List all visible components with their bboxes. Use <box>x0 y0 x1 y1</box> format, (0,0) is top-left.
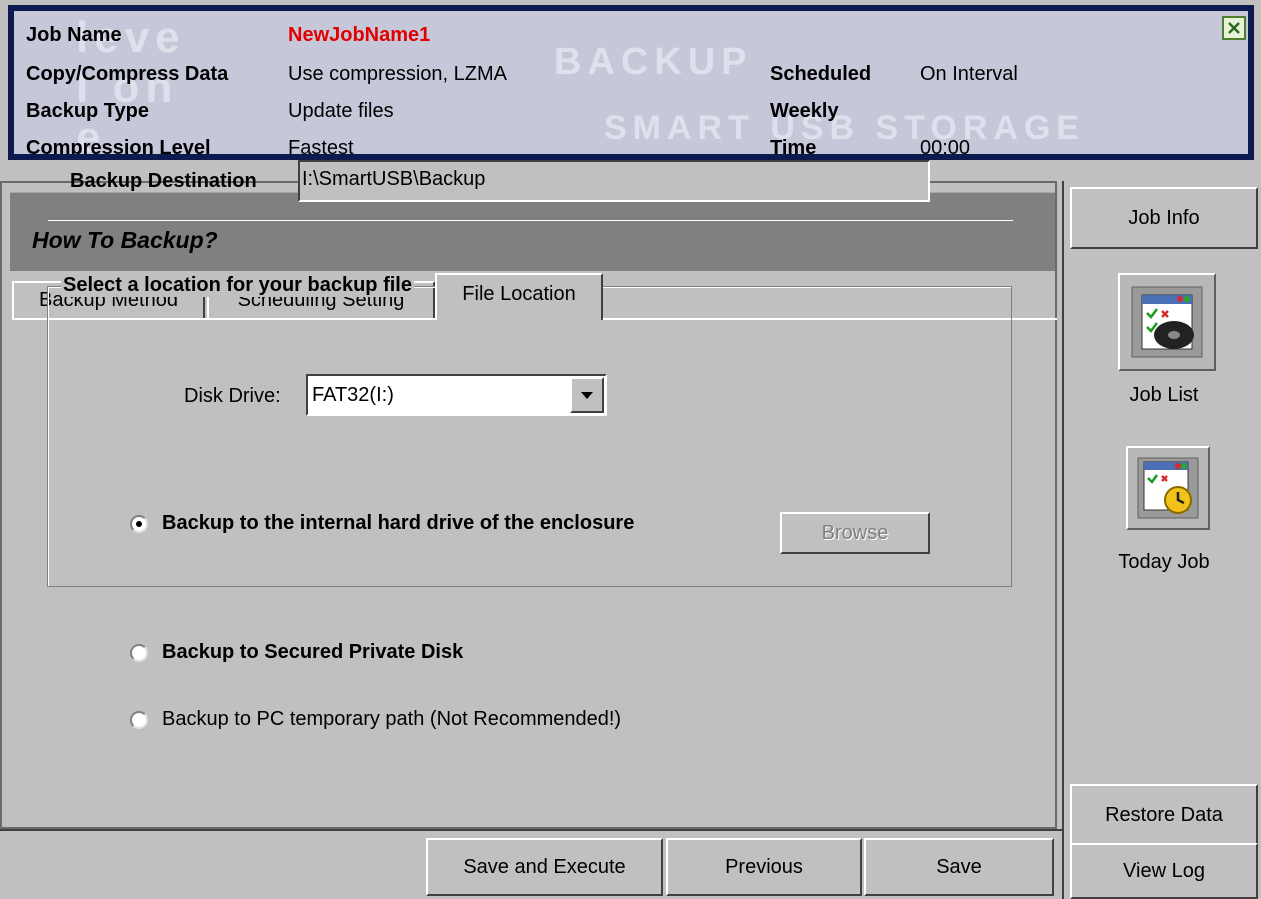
close-icon <box>1228 22 1240 34</box>
option-pc-path[interactable]: Backup to PC temporary path (Not Recomme… <box>130 708 621 731</box>
radio-pc-path[interactable] <box>130 710 148 729</box>
radio-internal-drive[interactable] <box>130 514 148 533</box>
backup-type-value: Update files <box>288 100 394 122</box>
compression-level-value: Fastest <box>288 137 354 159</box>
disk-drive-value: FAT32(I:) <box>312 384 394 406</box>
section-title-bar: How To Backup? <box>10 192 1055 271</box>
job-name-label: Job Name <box>26 24 122 46</box>
today-job-button[interactable] <box>1126 446 1210 530</box>
radio-private-disk[interactable] <box>130 643 148 662</box>
brand-watermark-backup: BACKUP <box>554 41 753 83</box>
compression-level-label: Compression Level <box>26 137 211 159</box>
browse-button[interactable]: Browse <box>780 512 930 554</box>
save-and-execute-button[interactable]: Save and Execute <box>426 838 663 896</box>
dropdown-button[interactable] <box>570 377 604 413</box>
tab-file-location[interactable]: File Location <box>435 273 603 320</box>
job-name-value: NewJobName1 <box>288 24 431 46</box>
option-internal-drive[interactable]: Backup to the internal hard drive of the… <box>130 512 634 535</box>
backup-type-label: Backup Type <box>26 100 149 122</box>
job-summary-header: level one BACKUP SMART USB STORAGE Job N… <box>8 5 1254 160</box>
location-group-title: Select a location for your backup file <box>61 274 414 297</box>
scheduled-value: On Interval <box>920 63 1018 85</box>
option-internal-drive-label: Backup to the internal hard drive of the… <box>162 512 635 534</box>
time-label: Time <box>770 137 817 159</box>
divider <box>48 219 1013 221</box>
option-private-disk[interactable]: Backup to Secured Private Disk <box>130 641 463 664</box>
section-title: How To Backup? <box>32 227 218 253</box>
backup-destination-field[interactable]: I:\SmartUSB\Backup <box>298 160 930 202</box>
disk-drive-label: Disk Drive: <box>184 385 281 407</box>
disk-drive-select[interactable]: FAT32(I:) <box>306 374 607 416</box>
restore-data-button[interactable]: Restore Data <box>1070 784 1258 846</box>
backup-destination-label: Backup Destination <box>70 170 257 192</box>
today-job-label: Today Job <box>1118 551 1210 573</box>
previous-button[interactable]: Previous <box>666 838 862 896</box>
time-value: 00:00 <box>920 137 971 159</box>
copy-compress-value: Use compression, LZMA <box>288 63 507 85</box>
view-log-button[interactable]: View Log <box>1070 843 1258 899</box>
job-info-button[interactable]: Job Info <box>1070 187 1258 249</box>
copy-compress-label: Copy/Compress Data <box>26 63 229 85</box>
today-job-icon <box>1137 457 1199 519</box>
brand-watermark-product: SMART USB STORAGE <box>604 109 1086 147</box>
job-list-button[interactable] <box>1118 273 1216 371</box>
weekly-label: Weekly <box>770 100 839 122</box>
close-button[interactable] <box>1222 16 1246 40</box>
option-private-disk-label: Backup to Secured Private Disk <box>162 641 464 663</box>
chevron-down-icon <box>581 392 593 399</box>
job-list-label: Job List <box>1129 384 1199 406</box>
job-list-icon <box>1131 286 1203 358</box>
tab-label: File Location <box>462 283 576 305</box>
option-pc-path-label: Backup to PC temporary path (Not Recomme… <box>162 708 622 730</box>
scheduled-label: Scheduled <box>770 63 872 85</box>
save-button[interactable]: Save <box>864 838 1054 896</box>
